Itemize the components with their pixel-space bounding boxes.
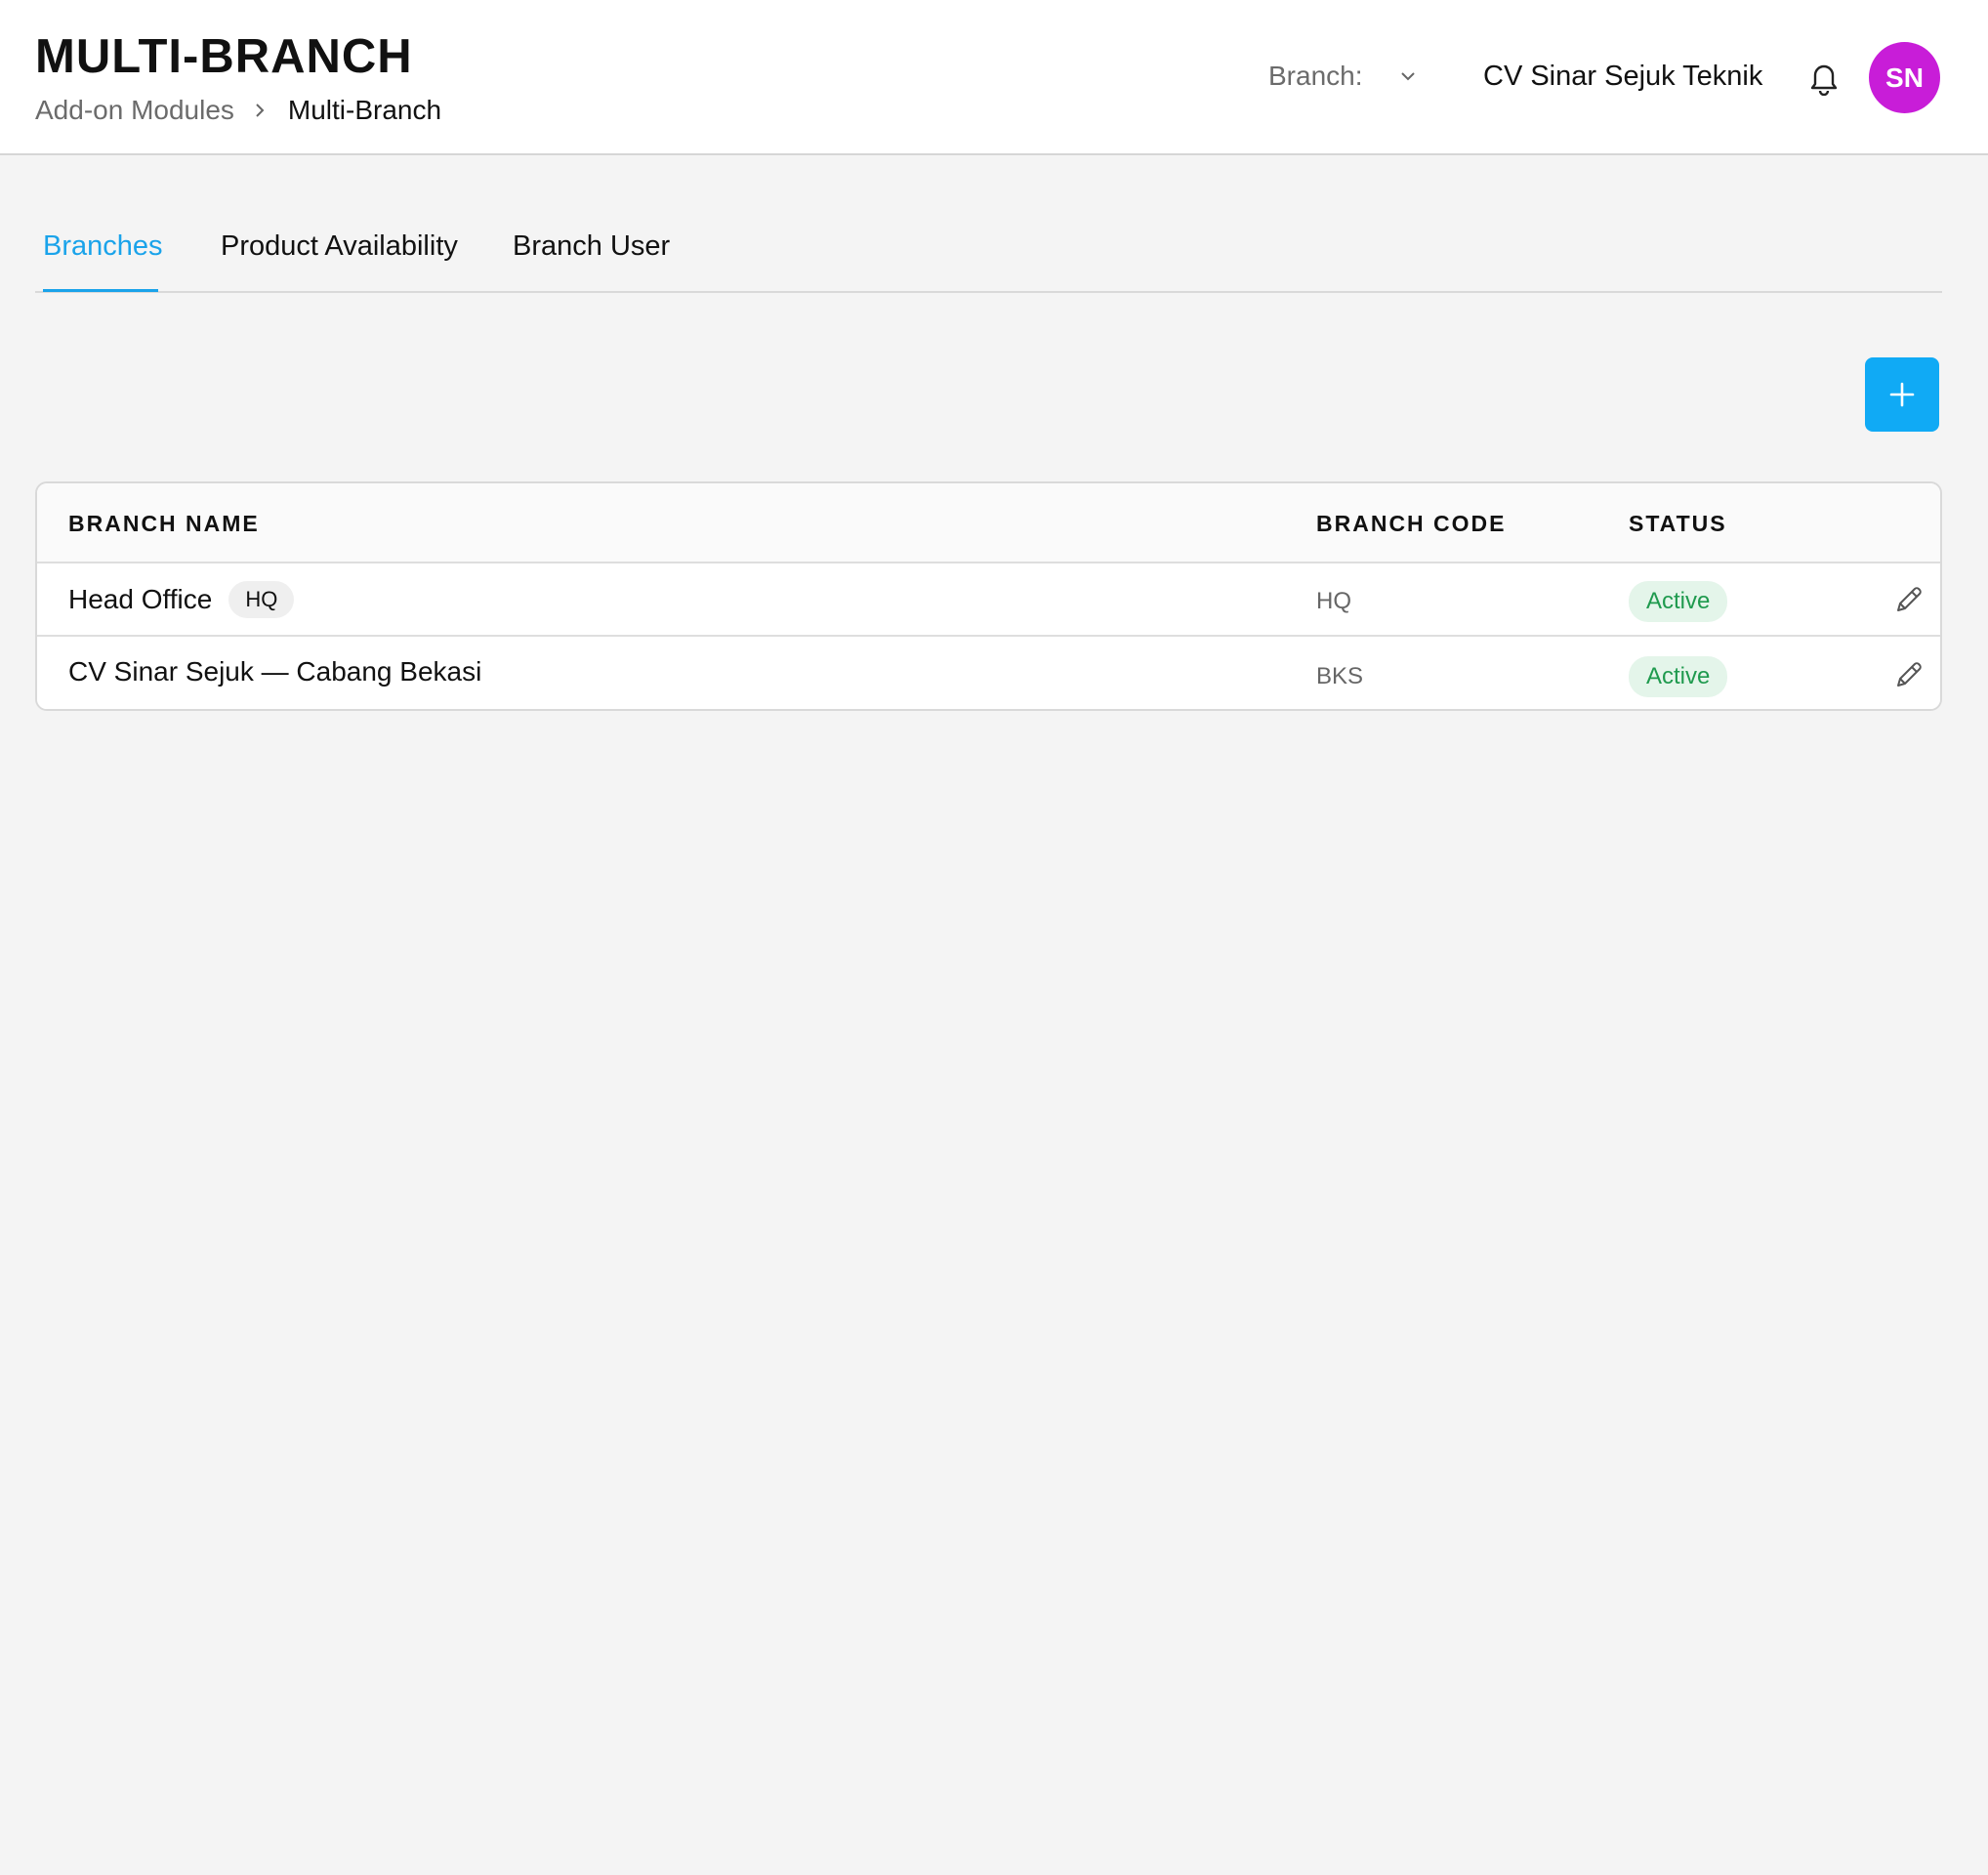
status-badge: Active bbox=[1629, 581, 1728, 622]
tab-product-availability[interactable]: Product Availability bbox=[221, 230, 458, 263]
breadcrumb: Add-on Modules Multi-Branch bbox=[35, 95, 441, 126]
hq-tag: HQ bbox=[228, 581, 295, 618]
active-tab-indicator bbox=[43, 289, 158, 292]
column-header-status[interactable]: STATUS bbox=[1629, 511, 1727, 537]
add-branch-button[interactable] bbox=[1865, 357, 1939, 432]
plus-icon bbox=[1889, 382, 1915, 407]
tab-bar: Branches Product Availability Branch Use… bbox=[35, 217, 1942, 293]
column-header-branch-name[interactable]: BRANCH NAME bbox=[68, 511, 260, 537]
chevron-right-icon bbox=[250, 101, 269, 120]
branch-name: Head Office bbox=[68, 584, 213, 614]
branch-code: HQ bbox=[1316, 588, 1351, 614]
branch-selector[interactable]: Branch: bbox=[1268, 61, 1420, 92]
breadcrumb-current: Multi-Branch bbox=[287, 95, 442, 125]
chevron-down-icon bbox=[1396, 64, 1420, 88]
status-badge: Active bbox=[1629, 656, 1728, 697]
tab-branch-user[interactable]: Branch User bbox=[513, 230, 670, 263]
branch-name-cell: Head Office HQ bbox=[68, 581, 295, 618]
avatar[interactable]: SN bbox=[1869, 42, 1940, 113]
page-title: MULTI-BRANCH bbox=[35, 30, 413, 83]
table-header: BRANCH NAME BRANCH CODE STATUS bbox=[37, 483, 1940, 563]
branch-selector-label: Branch: bbox=[1268, 61, 1363, 91]
column-header-branch-code[interactable]: BRANCH CODE bbox=[1316, 511, 1507, 537]
table-row[interactable]: CV Sinar Sejuk — Cabang Bekasi BKS Activ… bbox=[37, 639, 1940, 709]
company-name[interactable]: CV Sinar Sejuk Teknik bbox=[1483, 61, 1762, 93]
branch-code: BKS bbox=[1316, 663, 1364, 689]
breadcrumb-parent[interactable]: Add-on Modules bbox=[35, 95, 234, 126]
branches-table: BRANCH NAME BRANCH CODE STATUS Head Offi… bbox=[35, 481, 1942, 711]
top-header: MULTI-BRANCH Add-on Modules Multi-Branch… bbox=[0, 0, 1988, 155]
branch-name: CV Sinar Sejuk — Cabang Bekasi bbox=[68, 656, 482, 687]
tab-branches[interactable]: Branches bbox=[43, 230, 163, 263]
branch-name-cell: CV Sinar Sejuk — Cabang Bekasi bbox=[68, 656, 481, 688]
bell-icon[interactable] bbox=[1807, 61, 1841, 97]
pencil-icon[interactable] bbox=[1892, 583, 1926, 616]
pencil-icon[interactable] bbox=[1892, 658, 1926, 691]
table-row[interactable]: Head Office HQ HQ Active bbox=[37, 563, 1940, 637]
